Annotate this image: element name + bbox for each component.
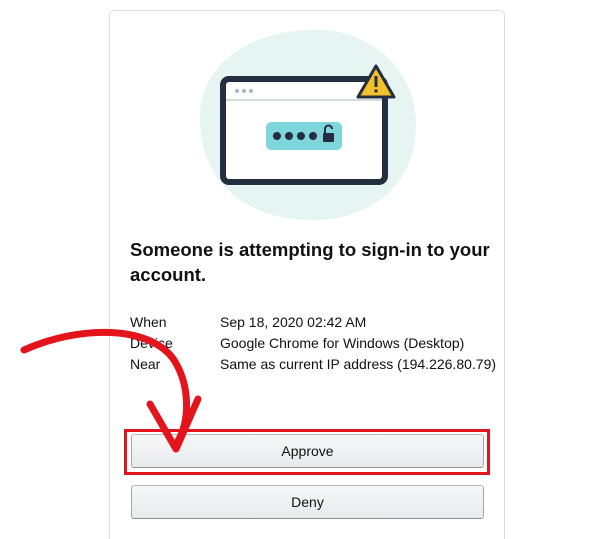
detail-value: Same as current IP address (194.226.80.7… bbox=[220, 356, 497, 372]
detail-value: Sep 18, 2020 02:42 AM bbox=[220, 314, 367, 330]
deny-button[interactable]: Deny bbox=[131, 485, 484, 519]
detail-row-near: Near Same as current IP address (194.226… bbox=[130, 354, 500, 375]
detail-label: When bbox=[130, 314, 167, 330]
approve-button[interactable]: Approve bbox=[131, 434, 484, 468]
screenshot-stage: Someone is attempting to sign-in to your… bbox=[0, 0, 600, 539]
detail-label: Near bbox=[130, 356, 161, 372]
page-title: Someone is attempting to sign-in to your… bbox=[130, 239, 490, 285]
detail-row-when: When Sep 18, 2020 02:42 AM bbox=[130, 312, 500, 333]
browser-password-warning-icon bbox=[199, 29, 417, 221]
sign-in-details: When Sep 18, 2020 02:42 AM Device Google… bbox=[130, 312, 500, 375]
detail-row-device: Device Google Chrome for Windows (Deskto… bbox=[130, 333, 500, 354]
detail-label: Device bbox=[130, 335, 173, 351]
detail-value: Google Chrome for Windows (Desktop) bbox=[220, 335, 465, 351]
